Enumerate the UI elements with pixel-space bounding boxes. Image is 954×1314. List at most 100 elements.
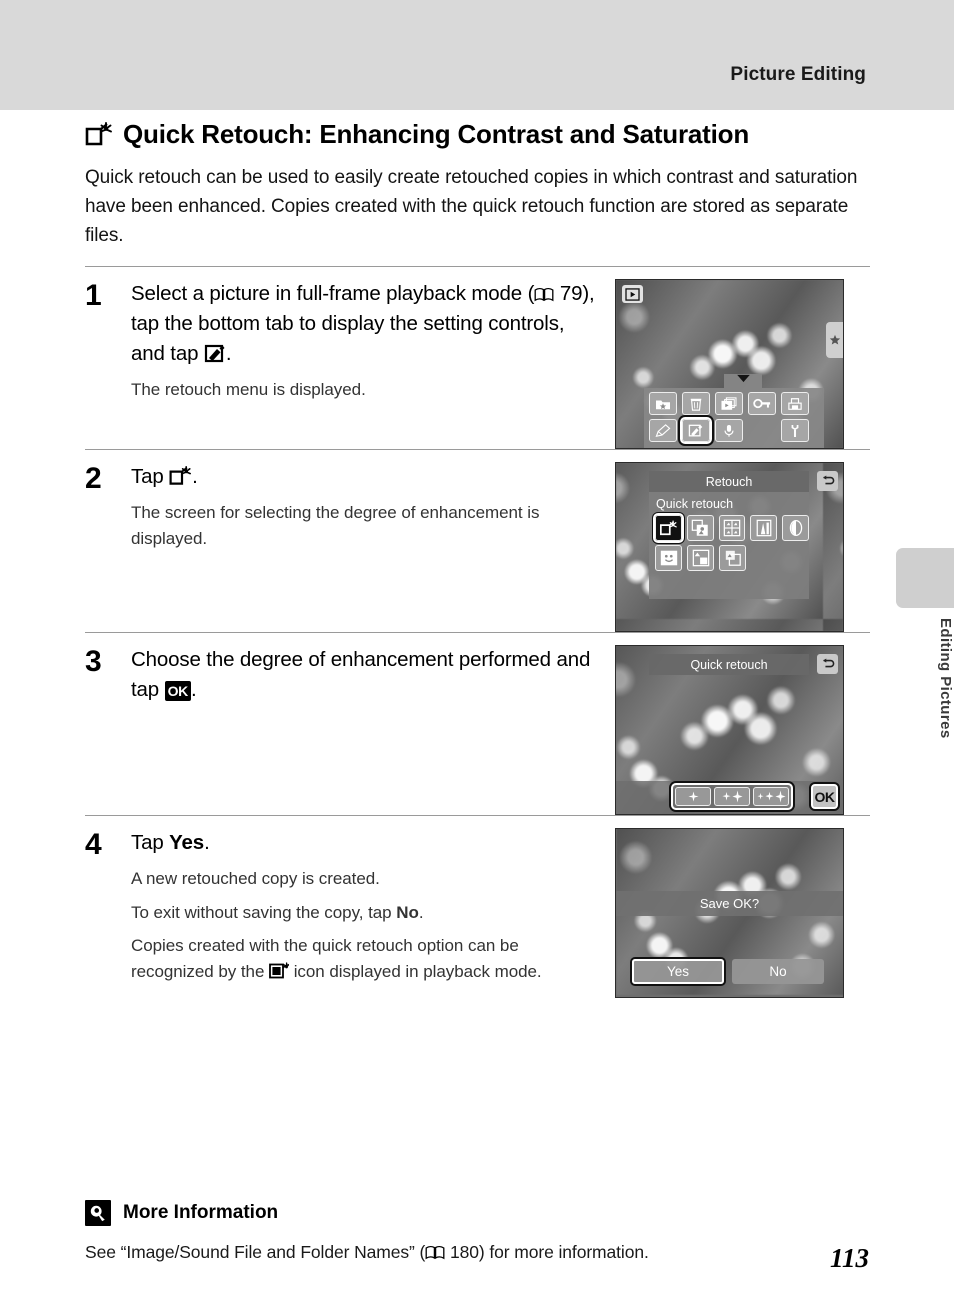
back-arrow-icon[interactable] <box>817 471 838 492</box>
step-4-title-bold: Yes <box>169 831 205 855</box>
step-1-body: Select a picture in full-frame playback … <box>131 279 615 449</box>
step-4-body: Tap Yes. A new retouched copy is created… <box>131 828 615 998</box>
enhancement-level-normal[interactable] <box>714 787 750 807</box>
book-reference-icon <box>425 1244 445 1260</box>
step-4-detail-2-after: . <box>418 902 424 922</box>
step-4-detail-3-after: icon displayed in playback mode. <box>289 961 542 981</box>
toolbar-row-2 <box>644 415 824 445</box>
retouch-pen-icon[interactable] <box>680 417 712 445</box>
voice-memo-icon[interactable] <box>715 419 743 443</box>
step-1-ref-page: 79 <box>559 282 583 306</box>
playback-icon <box>622 285 643 304</box>
perspective-icon[interactable] <box>782 515 809 542</box>
delete-trash-icon[interactable] <box>682 392 710 416</box>
favorites-folder-icon[interactable] <box>649 392 677 416</box>
more-information-block: More Information See “Image/Sound File a… <box>85 1200 870 1263</box>
skin-softening-icon[interactable] <box>655 545 682 572</box>
crop-icon[interactable] <box>719 545 746 572</box>
save-dialog-buttons: Yes No <box>632 959 824 985</box>
page-header-band <box>0 0 954 110</box>
page-number: 113 <box>829 1243 869 1273</box>
step-4-title: Tap Yes. <box>131 828 601 858</box>
quick-retouch-icon <box>169 465 192 486</box>
retouch-menu-row-1 <box>653 513 809 544</box>
enhancement-level-group <box>671 783 793 811</box>
step-1-title: Select a picture in full-frame playback … <box>131 279 601 368</box>
more-information-text: See “Image/Sound File and Folder Names” … <box>85 1242 870 1263</box>
step-1-screenshot <box>615 279 844 450</box>
no-button[interactable]: No <box>732 959 824 985</box>
enhancement-level-low[interactable] <box>675 787 711 807</box>
step-4: 4 Tap Yes. A new retouched copy is creat… <box>85 815 870 999</box>
step-1-title-after: . <box>225 341 232 365</box>
step-2-screenshot: Retouch Quick retouch <box>615 462 844 633</box>
toolbar-collapse-handle[interactable] <box>724 374 762 389</box>
step-3-number: 3 <box>85 645 102 679</box>
small-picture-icon[interactable] <box>687 545 714 572</box>
retouch-menu-row-2 <box>655 545 809 572</box>
step-4-detail-2-before: To exit without saving the copy, tap <box>131 902 397 922</box>
favorites-tab[interactable] <box>826 322 843 359</box>
more-information-heading: More Information <box>85 1200 870 1226</box>
step-4-title-before: Tap <box>131 831 170 855</box>
step-2: 2 Tap . The screen for selecting the deg… <box>85 449 870 633</box>
step-4-detail-2: To exit without saving the copy, tap No. <box>131 900 601 926</box>
step-1-detail: The retouch menu is displayed. <box>131 379 366 399</box>
color-options-icon[interactable] <box>750 515 778 542</box>
playback-toolbar <box>644 374 824 449</box>
step-2-number: 2 <box>85 462 102 496</box>
toolbar-empty-slot <box>748 419 776 442</box>
step-2-title-after: . <box>192 465 198 489</box>
more-information-text-before: See “Image/Sound File and Folder Names” … <box>85 1242 426 1262</box>
step-2-title-before: Tap <box>131 465 170 489</box>
print-order-icon[interactable] <box>781 392 809 416</box>
camera-lcd-playback <box>615 279 844 450</box>
step-4-screenshot: Save OK? Yes No <box>615 828 844 999</box>
step-4-detail-2-bold: No <box>396 902 419 922</box>
protect-key-icon[interactable] <box>748 392 776 416</box>
setup-wrench-icon[interactable] <box>781 419 809 443</box>
step-4-detail-3: Copies created with the quick retouch op… <box>131 933 601 984</box>
more-information-ref-page: 180 <box>450 1242 479 1262</box>
step-2-body: Tap . The screen for selecting the degre… <box>131 462 615 632</box>
step-1-title-before: Select a picture in full-frame playback … <box>131 282 535 306</box>
step-4-title-after: . <box>204 831 210 855</box>
light-bulb-icon <box>85 1200 111 1226</box>
soft-filter-icon[interactable] <box>718 515 746 542</box>
step-3-title-after: . <box>191 678 197 702</box>
camera-lcd-quick-retouch: Quick retouch OK <box>615 645 844 816</box>
step-4-detail-1: A new retouched copy is created. <box>131 869 380 889</box>
paint-pencil-icon[interactable] <box>649 419 677 443</box>
enhancement-level-high[interactable] <box>753 787 789 807</box>
slideshow-icon[interactable] <box>715 392 743 416</box>
quick-retouch-icon <box>85 121 113 147</box>
step-3-title: Choose the degree of enhancement perform… <box>131 645 601 704</box>
ok-button[interactable]: OK <box>811 784 838 810</box>
retouch-menu-title: Retouch <box>649 471 809 493</box>
step-3: 3 Choose the degree of enhancement perfo… <box>85 632 870 816</box>
toolbar-row-1 <box>644 388 824 416</box>
back-arrow-icon[interactable] <box>817 654 838 675</box>
save-prompt-label: Save OK? <box>616 891 843 917</box>
quick-retouch-icon[interactable] <box>653 513 684 544</box>
quick-retouch-screen-title: Quick retouch <box>649 654 809 676</box>
step-1: 1 Select a picture in full-frame playbac… <box>85 266 870 450</box>
camera-lcd-save-dialog: Save OK? Yes No <box>615 828 844 999</box>
intro-paragraph: Quick retouch can be used to easily crea… <box>85 166 858 247</box>
retouch-menu-panel: Retouch Quick retouch <box>649 471 809 600</box>
page-title: Quick Retouch: Enhancing Contrast and Sa… <box>85 120 870 149</box>
section-tab-label: Editing Pictures <box>937 618 954 739</box>
retouch-menu-selected-label: Quick retouch <box>656 497 734 512</box>
more-information-title: More Information <box>123 1202 279 1223</box>
step-2-detail: The screen for selecting the degree of e… <box>131 503 540 548</box>
retouch-menu-grid <box>649 513 809 572</box>
step-4-number: 4 <box>85 828 102 862</box>
step-3-title-before: Choose the degree of enhancement perform… <box>131 648 591 702</box>
yes-button[interactable]: Yes <box>632 959 724 985</box>
ok-icon: OK <box>164 681 191 702</box>
more-information-text-after: ) for more information. <box>478 1242 649 1262</box>
step-3-body: Choose the degree of enhancement perform… <box>131 645 615 815</box>
camera-lcd-retouch-menu: Retouch Quick retouch <box>615 462 844 633</box>
d-lighting-icon[interactable] <box>686 515 714 542</box>
step-2-title: Tap . <box>131 462 601 492</box>
